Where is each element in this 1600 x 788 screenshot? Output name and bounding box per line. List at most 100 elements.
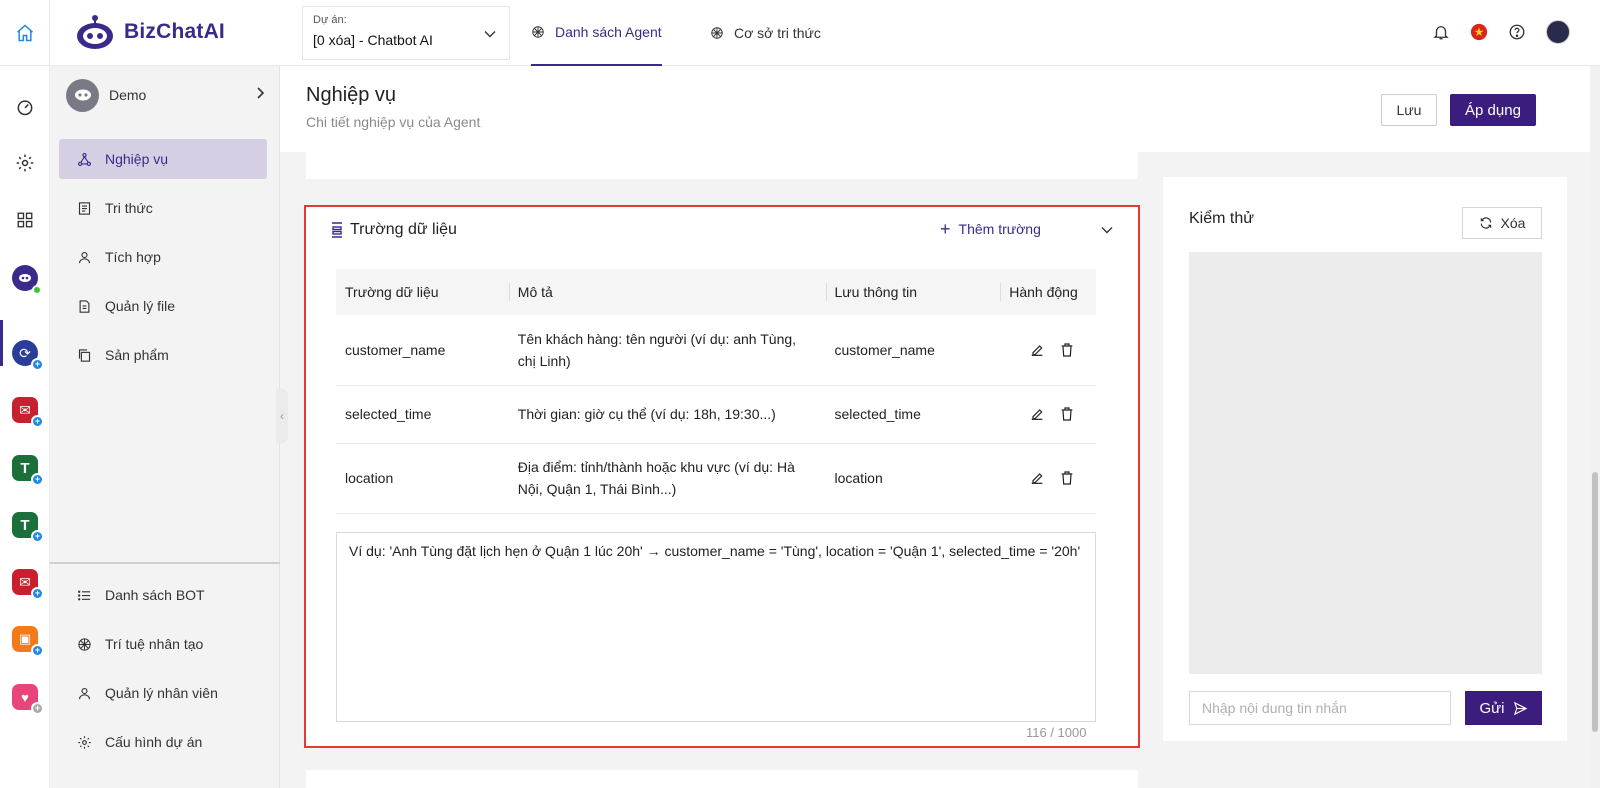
avatar[interactable] — [1546, 20, 1570, 44]
edit-icon[interactable] — [1029, 406, 1045, 422]
bot-name: Demo — [109, 87, 147, 103]
sidebar-item-label: Tri thức — [105, 200, 153, 216]
project-value: [0 xóa] - Chatbot AI — [313, 32, 433, 48]
scrollbar-thumb[interactable] — [1592, 472, 1598, 732]
edit-icon[interactable] — [1029, 342, 1045, 358]
clear-chat-label: Xóa — [1500, 215, 1526, 231]
brand-logo[interactable]: BizChatAI — [74, 12, 225, 52]
gear-icon — [75, 735, 93, 750]
user-icon — [75, 686, 93, 701]
tab-agent-list[interactable]: Danh sách Agent — [531, 0, 662, 66]
rail-app-heart[interactable]: ♥ + — [12, 684, 44, 715]
bot-selector[interactable]: Demo — [66, 78, 266, 112]
sidebar-item-staff-management[interactable]: Quản lý nhân viên — [59, 673, 267, 713]
sidebar-item-file-management[interactable]: Quản lý file — [59, 286, 267, 326]
chevron-down-icon[interactable] — [1100, 223, 1114, 237]
test-panel-title: Kiểm thử — [1189, 210, 1254, 227]
sidebar-item-products[interactable]: Sản phẩm — [59, 335, 267, 375]
column-header-actions: Hành động — [1000, 269, 1096, 315]
copy-icon — [75, 348, 93, 363]
sidebar-item-ai[interactable]: Trí tuệ nhân tạo — [59, 624, 267, 664]
table-row: location Địa điểm: tỉnh/thành hoặc khu v… — [336, 443, 1096, 514]
send-button[interactable]: Gửi — [1465, 691, 1542, 725]
example-textarea[interactable] — [336, 532, 1096, 722]
sidebar-divider — [50, 562, 280, 564]
rail-app-bizchat[interactable] — [12, 265, 42, 295]
file-icon — [75, 299, 93, 314]
bot-avatar-icon — [66, 78, 99, 112]
page-subtitle: Chi tiết nghiệp vụ của Agent — [306, 114, 481, 130]
save-button[interactable]: Lưu — [1381, 94, 1437, 126]
t-app-icon: T + — [12, 455, 44, 486]
rail-app-t-2[interactable]: T + — [12, 512, 44, 543]
character-count: 116 / 1000 — [1026, 725, 1087, 740]
data-fields-table: Trường dữ liệu Mô tả Lưu thông tin Hành … — [336, 269, 1096, 514]
data-fields-title: Trường dữ liệu — [350, 221, 457, 238]
apply-button[interactable]: Áp dụng — [1450, 94, 1536, 126]
heart-app-icon: ♥ + — [12, 684, 44, 715]
robot-logo-icon — [77, 15, 113, 49]
sidebar-item-integration[interactable]: Tích hợp — [59, 237, 267, 277]
apps-button[interactable] — [12, 207, 38, 233]
brand-name: BizChatAI — [124, 20, 225, 43]
rail-app-refresh[interactable]: ⟳ + — [12, 340, 44, 371]
shopping-bag-icon: ▣ + — [12, 626, 44, 657]
field-name-cell: selected_time — [336, 385, 509, 444]
sidebar-item-label: Cấu hình dự án — [105, 734, 203, 750]
sync-app-icon: ⟳ + — [12, 340, 44, 371]
field-store-cell: customer_name — [825, 315, 1001, 386]
field-actions-cell — [1000, 385, 1096, 444]
sidebar-item-label: Nghiệp vụ — [105, 151, 169, 167]
clear-chat-button[interactable]: Xóa — [1462, 207, 1542, 239]
test-panel: Kiểm thử Xóa Gửi — [1163, 177, 1567, 741]
trash-icon[interactable] — [1059, 470, 1075, 486]
tab-knowledge-base[interactable]: Cơ sở tri thức — [710, 0, 821, 66]
settings-button[interactable] — [12, 150, 38, 176]
user-icon — [75, 250, 93, 265]
table-row: customer_name Tên khách hàng: tên người … — [336, 315, 1096, 386]
fields-list-icon — [332, 222, 342, 238]
mail-app-icon: ✉ + — [12, 569, 44, 600]
sidebar-item-label: Quản lý file — [105, 298, 176, 314]
chevron-left-icon: ‹ — [280, 409, 284, 423]
sidebar-item-label: Sản phẩm — [105, 347, 169, 363]
home-button[interactable] — [0, 0, 50, 66]
data-fields-card: Trường dữ liệu + Thêm trường Trường dữ l… — [304, 205, 1140, 748]
rail-app-shop[interactable]: ▣ + — [12, 626, 44, 657]
rail-app-t-1[interactable]: T + — [12, 455, 44, 486]
message-input[interactable] — [1189, 691, 1451, 725]
sidebar-item-business[interactable]: Nghiệp vụ — [59, 139, 267, 179]
next-section-card — [306, 770, 1138, 788]
sidebar-item-bot-list[interactable]: Danh sách BOT — [59, 575, 267, 615]
sidebar-collapse-toggle[interactable]: ‹ — [276, 388, 288, 444]
ai-icon — [711, 27, 723, 39]
field-actions-cell — [1000, 443, 1096, 514]
column-header-store: Lưu thông tin — [825, 269, 1001, 315]
trash-icon[interactable] — [1059, 406, 1075, 422]
plus-icon: + — [940, 219, 951, 239]
rail-app-mail-2[interactable]: ✉ + — [12, 569, 44, 600]
sidebar-item-label: Quản lý nhân viên — [105, 685, 218, 701]
help-icon[interactable] — [1508, 23, 1526, 41]
sidebar-item-knowledge[interactable]: Tri thức — [59, 188, 267, 228]
dashboard-button[interactable] — [12, 94, 38, 120]
book-icon — [75, 201, 93, 216]
gear-icon — [16, 154, 34, 172]
add-field-label: Thêm trường — [958, 221, 1041, 237]
language-flag-icon[interactable] — [1470, 23, 1488, 41]
field-actions-cell — [1000, 315, 1096, 386]
bell-icon[interactable] — [1432, 23, 1450, 41]
sidebar: Demo Nghiệp vụ Tri thức Tích hợp Quản lý… — [50, 66, 280, 788]
trash-icon[interactable] — [1059, 342, 1075, 358]
table-row: selected_time Thời gian: giờ cụ thể (ví … — [336, 385, 1096, 444]
sidebar-item-project-config[interactable]: Cấu hình dự án — [59, 722, 267, 762]
add-field-button[interactable]: + Thêm trường — [940, 219, 1041, 239]
rail-app-mail-1[interactable]: ✉ + — [12, 397, 44, 428]
project-select[interactable]: Dự án: [0 xóa] - Chatbot AI — [302, 6, 510, 60]
home-icon — [16, 24, 33, 42]
bizchat-robot-icon — [12, 265, 42, 295]
edit-icon[interactable] — [1029, 470, 1045, 486]
field-name-cell: location — [336, 443, 509, 514]
rail-active-indicator — [0, 320, 3, 366]
field-description-cell: Thời gian: giờ cụ thể (ví dụ: 18h, 19:30… — [508, 385, 826, 444]
